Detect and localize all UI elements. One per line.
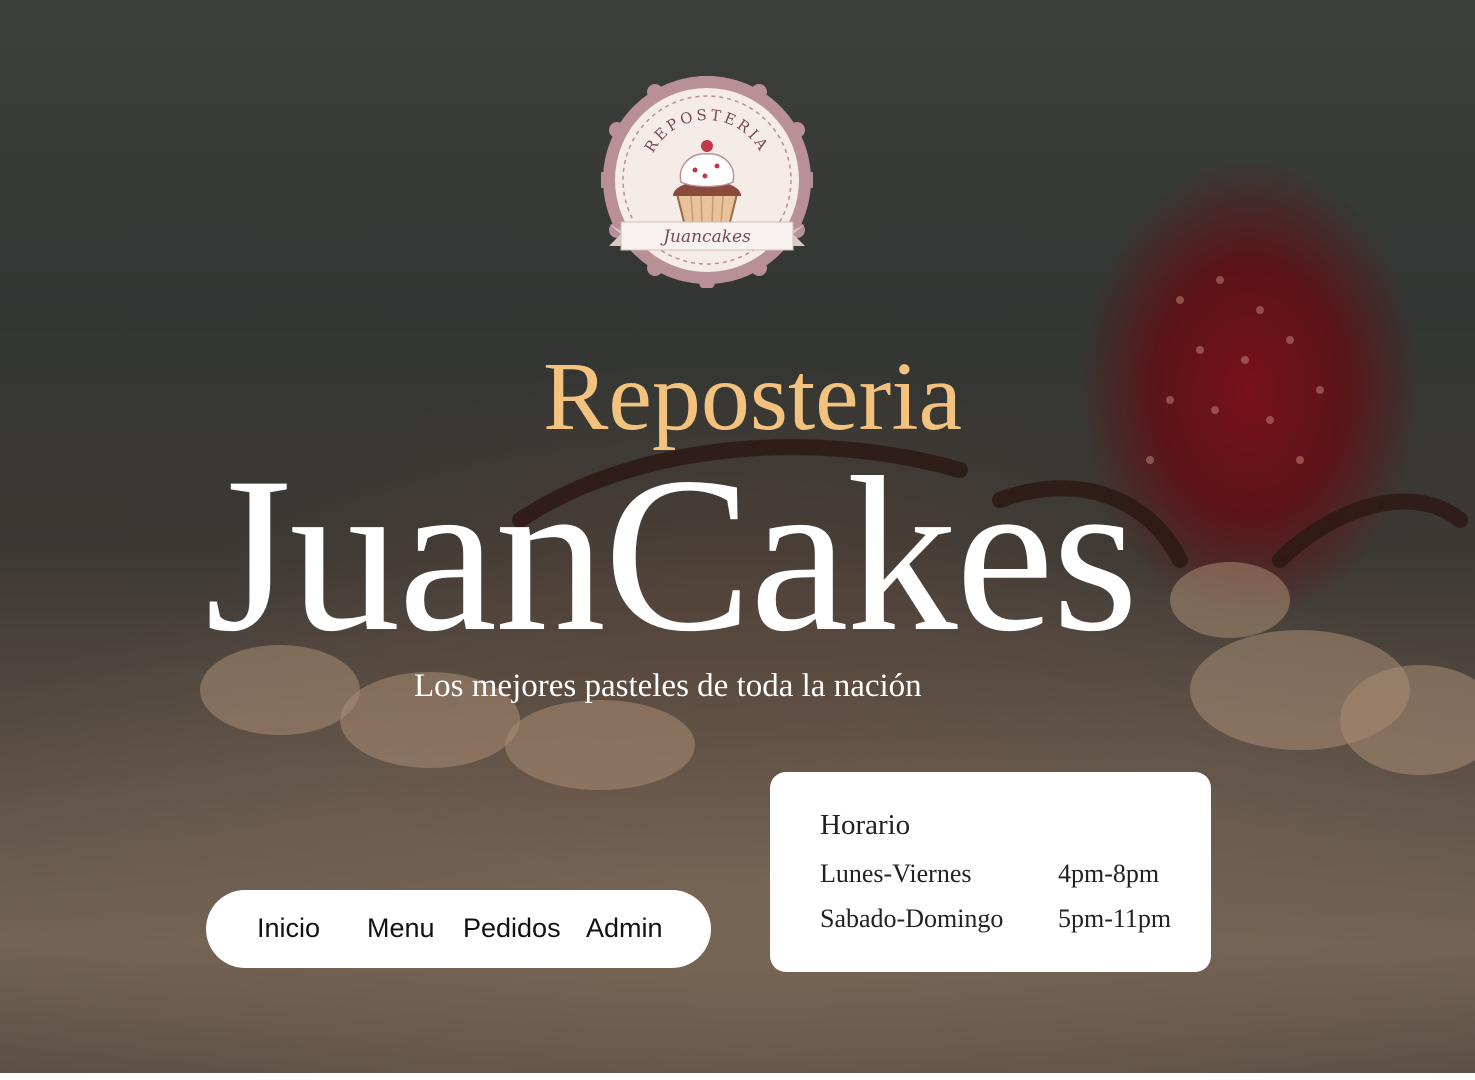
logo-ribbon-text: Juancakes <box>660 227 751 247</box>
nav-link-pedidos[interactable]: Pedidos <box>463 910 561 946</box>
bakery-logo[interactable]: REPOSTERIA Juancakes <box>601 76 813 288</box>
hours-time: 5pm-11pm <box>1058 904 1172 933</box>
nav-link-admin[interactable]: Admin <box>586 910 663 946</box>
hero-tagline: Los mejores pasteles de toda la nación <box>414 668 922 704</box>
hours-time: 4pm-8pm <box>1058 859 1160 888</box>
brand-title: JuanCakes <box>205 432 1138 678</box>
main-nav: Inicio Menu Pedidos Admin <box>206 890 711 968</box>
hero-background: REPOSTERIA Juancakes Reposteria JuanCake… <box>0 0 1475 1073</box>
hours-title: Horario <box>820 809 911 841</box>
hours-days: Lunes-Viernes <box>820 859 972 888</box>
hours-days: Sabado-Domingo <box>820 904 1004 933</box>
nav-link-menu[interactable]: Menu <box>367 910 435 946</box>
nav-link-inicio[interactable]: Inicio <box>257 910 320 946</box>
hero-content: REPOSTERIA Juancakes Reposteria JuanCake… <box>0 0 1475 1073</box>
hours-card: Horario Lunes-Viernes 4pm-8pm Sabado-Dom… <box>770 772 1211 972</box>
